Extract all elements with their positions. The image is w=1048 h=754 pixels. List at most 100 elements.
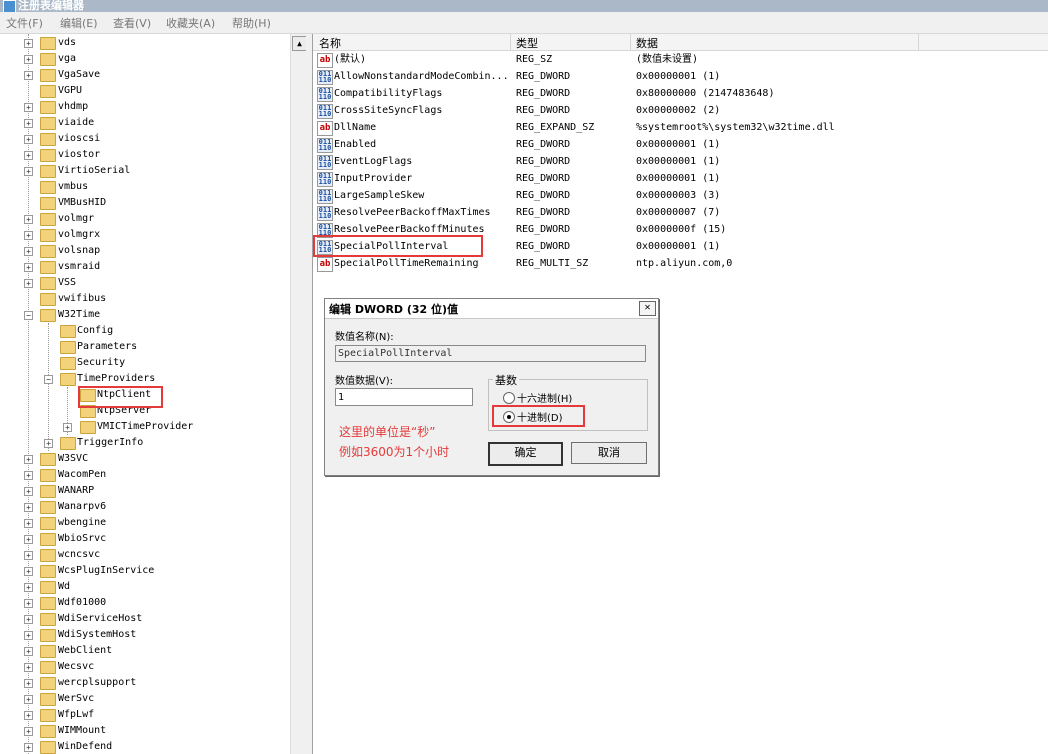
- tree-node[interactable]: + TriggerInfo: [0, 435, 290, 451]
- tree-node[interactable]: + Wanarpv6: [0, 499, 290, 515]
- value-row[interactable]: 011 110 LargeSampleSkew REG_DWORD 0x00000003…: [313, 187, 1048, 204]
- pane-splitter[interactable]: [306, 34, 313, 754]
- value-row[interactable]: 011 110 CrossSiteSyncFlags REG_DWORD 0x00000…: [313, 102, 1048, 119]
- tree-node[interactable]: + VgaSave: [0, 67, 290, 83]
- tree-node[interactable]: + volmgrx: [0, 227, 290, 243]
- tree-node[interactable]: + WANARP: [0, 483, 290, 499]
- tree-node[interactable]: + WfpLwf: [0, 707, 290, 723]
- expand-icon[interactable]: +: [24, 263, 33, 272]
- value-row[interactable]: 011 110 Enabled REG_DWORD 0x00000001 (1): [313, 136, 1048, 153]
- tree-node[interactable]: vwifibus: [0, 291, 290, 307]
- tree-node[interactable]: Config: [0, 323, 290, 339]
- tree-node[interactable]: + WinDefend: [0, 739, 290, 754]
- tree-node[interactable]: + wcncsvc: [0, 547, 290, 563]
- value-row[interactable]: 011 110 AllowNonstandardModeCombin... REG_D…: [313, 68, 1048, 85]
- expand-icon[interactable]: +: [24, 743, 33, 752]
- menu-edit[interactable]: 编辑(E): [60, 15, 98, 31]
- tree-node[interactable]: + vds: [0, 35, 290, 51]
- menu-help[interactable]: 帮助(H): [232, 15, 271, 31]
- menu-view[interactable]: 查看(V): [113, 15, 151, 31]
- tree-node[interactable]: − TimeProviders: [0, 371, 290, 387]
- tree-node[interactable]: vmbus: [0, 179, 290, 195]
- scroll-up-arrow-icon[interactable]: ▲: [292, 36, 307, 51]
- tree-node[interactable]: + VMICTimeProvider: [0, 419, 290, 435]
- tree-node[interactable]: + Wecsvc: [0, 659, 290, 675]
- tree-node[interactable]: + VirtioSerial: [0, 163, 290, 179]
- tree-scrollbar[interactable]: ▲: [290, 34, 307, 754]
- expand-icon[interactable]: +: [24, 695, 33, 704]
- expand-icon[interactable]: +: [24, 167, 33, 176]
- hex-radio[interactable]: [503, 392, 515, 404]
- menu-favorites[interactable]: 收藏夹(A): [166, 15, 215, 31]
- expand-icon[interactable]: +: [24, 215, 33, 224]
- tree-node[interactable]: + VSS: [0, 275, 290, 291]
- value-row[interactable]: ab SpecialPollTimeRemaining REG_MULTI_SZ nt…: [313, 255, 1048, 272]
- tree-node[interactable]: + vhdmp: [0, 99, 290, 115]
- menu-file[interactable]: 文件(F): [6, 15, 43, 31]
- expand-icon[interactable]: +: [24, 535, 33, 544]
- tree-node[interactable]: + volsnap: [0, 243, 290, 259]
- value-row[interactable]: 011 110 ResolvePeerBackoffMaxTimes REG_DWOR…: [313, 204, 1048, 221]
- tree-node[interactable]: + WebClient: [0, 643, 290, 659]
- collapse-icon[interactable]: −: [44, 375, 53, 384]
- expand-icon[interactable]: +: [24, 71, 33, 80]
- expand-icon[interactable]: +: [24, 487, 33, 496]
- expand-icon[interactable]: +: [44, 439, 53, 448]
- expand-icon[interactable]: +: [24, 663, 33, 672]
- expand-icon[interactable]: +: [63, 423, 72, 432]
- expand-icon[interactable]: +: [24, 503, 33, 512]
- tree-node[interactable]: + Wd: [0, 579, 290, 595]
- tree-node[interactable]: + Wdf01000: [0, 595, 290, 611]
- hex-radio-label[interactable]: 十六进制(H): [517, 390, 572, 405]
- tree-node[interactable]: + viostor: [0, 147, 290, 163]
- tree-node[interactable]: + wbengine: [0, 515, 290, 531]
- tree-node[interactable]: + W3SVC: [0, 451, 290, 467]
- expand-icon[interactable]: +: [24, 231, 33, 240]
- tree-node[interactable]: Security: [0, 355, 290, 371]
- tree-node[interactable]: VGPU: [0, 83, 290, 99]
- expand-icon[interactable]: +: [24, 679, 33, 688]
- tree-node[interactable]: + WdiServiceHost: [0, 611, 290, 627]
- expand-icon[interactable]: +: [24, 151, 33, 160]
- value-data-input[interactable]: [335, 388, 473, 406]
- tree-node[interactable]: − W32Time: [0, 307, 290, 323]
- tree-node[interactable]: + wercplsupport: [0, 675, 290, 691]
- value-row[interactable]: 011 110 EventLogFlags REG_DWORD 0x00000001 (…: [313, 153, 1048, 170]
- expand-icon[interactable]: +: [24, 119, 33, 128]
- value-row[interactable]: 011 110 InputProvider REG_DWORD 0x00000001 (…: [313, 170, 1048, 187]
- expand-icon[interactable]: +: [24, 55, 33, 64]
- tree-node[interactable]: + viaide: [0, 115, 290, 131]
- ok-button[interactable]: 确定: [488, 442, 563, 466]
- expand-icon[interactable]: +: [24, 247, 33, 256]
- column-header-type[interactable]: 类型: [516, 35, 538, 51]
- expand-icon[interactable]: +: [24, 567, 33, 576]
- expand-icon[interactable]: +: [24, 39, 33, 48]
- column-header-name[interactable]: 名称: [319, 35, 341, 51]
- column-header-data[interactable]: 数据: [636, 35, 658, 51]
- expand-icon[interactable]: +: [24, 519, 33, 528]
- tree-node[interactable]: + vioscsi: [0, 131, 290, 147]
- tree-node[interactable]: + vga: [0, 51, 290, 67]
- expand-icon[interactable]: +: [24, 135, 33, 144]
- expand-icon[interactable]: +: [24, 631, 33, 640]
- expand-icon[interactable]: +: [24, 615, 33, 624]
- cancel-button[interactable]: 取消: [571, 442, 647, 464]
- expand-icon[interactable]: +: [24, 551, 33, 560]
- expand-icon[interactable]: +: [24, 727, 33, 736]
- value-row[interactable]: ab (默认) REG_SZ (数值未设置): [313, 51, 1048, 68]
- expand-icon[interactable]: +: [24, 103, 33, 112]
- collapse-icon[interactable]: −: [24, 311, 33, 320]
- tree-node[interactable]: + vsmraid: [0, 259, 290, 275]
- value-row[interactable]: ab DllName REG_EXPAND_SZ %systemroot%\syste…: [313, 119, 1048, 136]
- tree-node[interactable]: + WacomPen: [0, 467, 290, 483]
- tree-node[interactable]: Parameters: [0, 339, 290, 355]
- close-icon[interactable]: ✕: [639, 301, 656, 316]
- expand-icon[interactable]: +: [24, 455, 33, 464]
- expand-icon[interactable]: +: [24, 279, 33, 288]
- tree-node[interactable]: + WerSvc: [0, 691, 290, 707]
- tree-node[interactable]: + WIMMount: [0, 723, 290, 739]
- tree-node[interactable]: + WdiSystemHost: [0, 627, 290, 643]
- expand-icon[interactable]: +: [24, 647, 33, 656]
- expand-icon[interactable]: +: [24, 471, 33, 480]
- tree-node[interactable]: VMBusHID: [0, 195, 290, 211]
